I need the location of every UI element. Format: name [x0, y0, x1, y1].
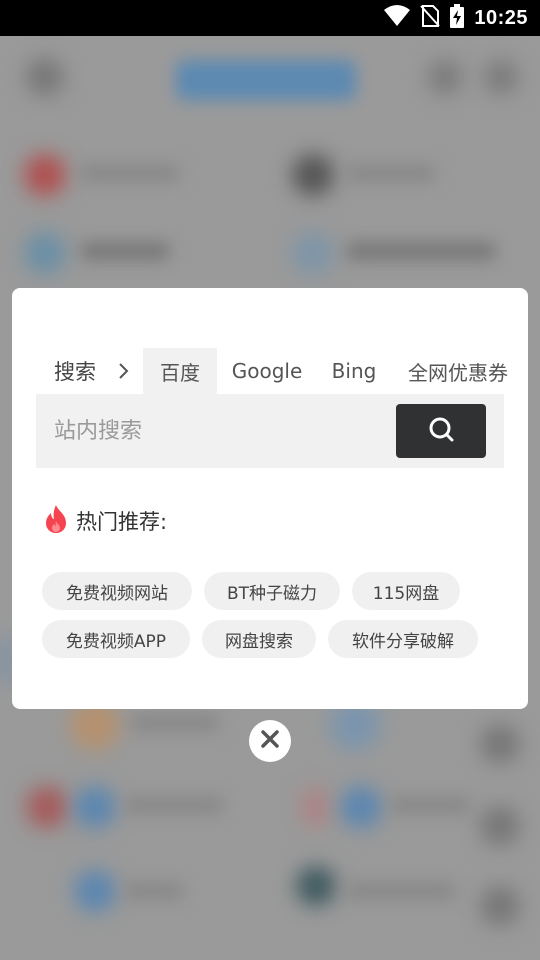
bg-text	[124, 796, 224, 814]
tab-coupons[interactable]: 全网优惠券	[400, 348, 528, 394]
search-engine-tabs: 搜索 百度 Google Bing 全网优惠券	[12, 348, 528, 394]
bg-icon	[428, 60, 462, 94]
search-input[interactable]	[36, 394, 396, 468]
bg-icon	[74, 786, 116, 828]
bg-menu-icon	[26, 58, 64, 96]
hot-tag[interactable]: 网盘搜索	[202, 620, 316, 658]
bg-icon	[300, 786, 330, 828]
hot-tag[interactable]: 免费视频APP	[42, 620, 190, 658]
hot-tag[interactable]: 免费视频网站	[42, 572, 192, 610]
status-time: 10:25	[474, 6, 528, 29]
hot-tag[interactable]: 软件分享破解	[328, 620, 478, 658]
chevron-right-icon	[118, 348, 130, 394]
fire-icon	[44, 504, 68, 538]
bg-icon	[340, 786, 382, 828]
bg-icon	[292, 154, 334, 196]
bg-text	[346, 882, 456, 900]
bg-text	[80, 164, 180, 182]
hot-tag[interactable]: 115网盘	[352, 572, 460, 610]
bg-text	[346, 164, 436, 182]
tab-baidu[interactable]: 百度	[143, 348, 217, 394]
hot-recommend-title: 热门推荐:	[76, 510, 168, 534]
status-bar: 10:25	[0, 0, 540, 36]
battery-charging-icon	[450, 4, 465, 32]
bg-edge	[0, 632, 12, 688]
hot-recommend-header: 热门推荐:	[44, 504, 167, 538]
search-button[interactable]	[396, 404, 486, 458]
bg-text	[130, 714, 220, 732]
wifi-icon	[384, 5, 411, 31]
bg-icon	[480, 806, 520, 846]
bg-text	[124, 882, 184, 900]
no-sim-icon	[420, 4, 441, 32]
bg-icon	[292, 232, 334, 274]
bg-icon	[24, 232, 66, 274]
bg-icon	[24, 154, 66, 196]
bg-text	[80, 242, 170, 260]
bg-icon	[484, 60, 518, 94]
status-icons: 10:25	[384, 0, 528, 36]
hot-tag[interactable]: BT种子磁力	[204, 572, 340, 610]
bg-text	[390, 796, 470, 814]
search-box	[36, 394, 504, 468]
bg-icon	[296, 866, 336, 906]
bg-text	[346, 242, 496, 260]
bg-icon	[480, 886, 520, 926]
tab-google[interactable]: Google	[222, 348, 312, 394]
bg-icon	[26, 786, 68, 828]
close-icon	[260, 729, 280, 753]
bg-logo	[176, 60, 356, 100]
bg-icon	[74, 870, 116, 912]
search-dialog: 搜索 百度 Google Bing 全网优惠券 热门推荐: 免费视频网站 BT种…	[12, 288, 528, 709]
close-dialog-button[interactable]	[249, 720, 291, 762]
search-icon	[428, 416, 454, 446]
tab-bing[interactable]: Bing	[320, 348, 388, 394]
tabs-prefix-label: 搜索	[54, 360, 96, 384]
bg-icon	[480, 724, 520, 764]
